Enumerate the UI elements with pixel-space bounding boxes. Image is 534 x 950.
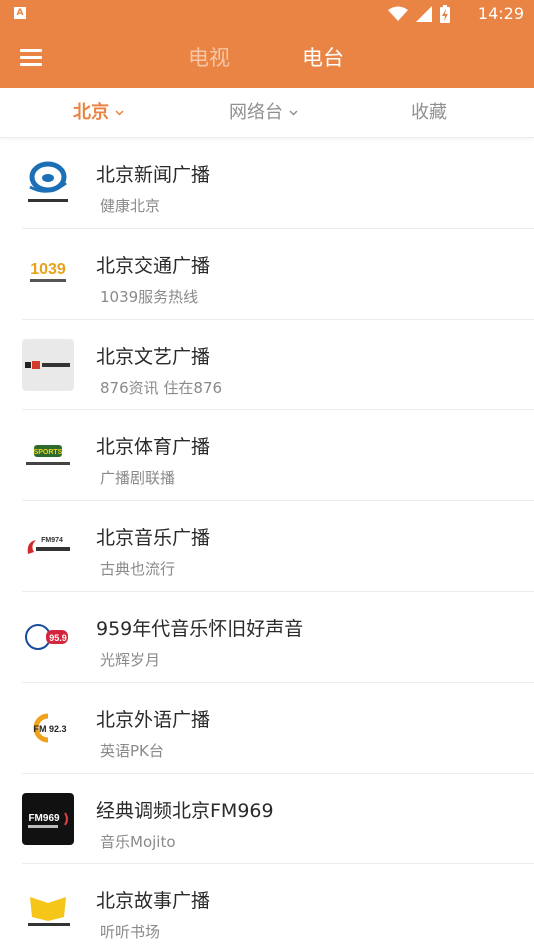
tab-radio[interactable]: 电台 bbox=[302, 44, 344, 72]
station-row[interactable]: 北京故事广播 听听书场 bbox=[0, 864, 534, 950]
bj-sports-logo: SPORTS bbox=[22, 429, 74, 481]
bj-story-logo bbox=[22, 883, 74, 935]
signal-icon bbox=[416, 6, 432, 22]
subtab-beijing-label: 北京 bbox=[73, 102, 109, 123]
station-row[interactable]: FM969 经典调频北京FM969 音乐Mojito bbox=[0, 774, 534, 865]
status-icons bbox=[388, 5, 450, 23]
station-name: 北京音乐广播 bbox=[96, 527, 211, 550]
a-icon: A bbox=[14, 7, 26, 19]
station-list: 北京新闻广播 健康北京 1039 北京交通广播 1039服务热线 北京文艺广播 … bbox=[0, 138, 534, 950]
svg-text:95.9: 95.9 bbox=[49, 633, 67, 643]
menu-icon[interactable] bbox=[20, 49, 42, 67]
station-name: 北京交通广播 bbox=[96, 254, 211, 277]
bj-traffic-logo: 1039 bbox=[22, 248, 74, 300]
station-subtitle: 古典也流行 bbox=[100, 560, 176, 579]
subtab-favorites-label: 收藏 bbox=[411, 102, 447, 123]
svg-text:FM 92.3: FM 92.3 bbox=[33, 724, 66, 734]
station-subtitle: 健康北京 bbox=[100, 197, 161, 215]
svg-text:1039: 1039 bbox=[30, 261, 66, 278]
station-name: 北京故事广播 bbox=[96, 890, 211, 913]
bj-news-logo bbox=[22, 157, 74, 209]
chevron-down-icon bbox=[115, 110, 124, 116]
svg-text:FM969: FM969 bbox=[28, 813, 60, 824]
station-subtitle: 英语PK台 bbox=[100, 741, 164, 760]
fm969-logo: FM969 bbox=[22, 792, 74, 845]
station-subtitle: 1039服务热线 bbox=[100, 287, 199, 306]
station-subtitle: 876资讯 住在876 bbox=[100, 378, 223, 397]
station-subtitle: 音乐Mojito bbox=[100, 832, 176, 851]
station-row[interactable]: 95.9 959年代音乐怀旧好声音 光辉岁月 bbox=[0, 592, 534, 683]
station-row[interactable]: 北京新闻广播 健康北京 bbox=[0, 138, 534, 229]
subtab-network[interactable]: 网络台 bbox=[229, 102, 298, 124]
status-time: 14:29 bbox=[477, 4, 524, 23]
station-name: 北京文艺广播 bbox=[96, 345, 211, 368]
subtab-favorites[interactable]: 收藏 bbox=[411, 102, 447, 124]
svg-text:FM974: FM974 bbox=[41, 537, 63, 544]
chevron-down-icon bbox=[289, 110, 298, 116]
station-row[interactable]: SPORTS 北京体育广播 广播剧联播 bbox=[0, 410, 534, 502]
station-subtitle: 广播剧联播 bbox=[100, 469, 176, 488]
station-row[interactable]: FM974 北京音乐广播 古典也流行 bbox=[0, 501, 534, 592]
battery-icon bbox=[440, 5, 450, 23]
subtab-network-label: 网络台 bbox=[229, 102, 283, 123]
subtab-beijing[interactable]: 北京 bbox=[73, 102, 124, 124]
station-row[interactable]: FM 92.3 北京外语广播 英语PK台 bbox=[0, 683, 534, 774]
fm959-logo: 95.9 bbox=[22, 611, 74, 663]
svg-text:SPORTS: SPORTS bbox=[34, 449, 63, 456]
app-bar: 电视 电台 bbox=[0, 28, 534, 88]
tab-tv[interactable]: 电视 bbox=[188, 44, 230, 72]
station-name: 北京新闻广播 bbox=[96, 164, 211, 186]
bj-music-logo: FM974 bbox=[22, 520, 74, 572]
bj-arts-logo bbox=[22, 338, 74, 391]
wifi-icon bbox=[388, 6, 408, 21]
station-row[interactable]: 1039 北京交通广播 1039服务热线 bbox=[0, 229, 534, 320]
sub-tab-bar: 北京 网络台 收藏 bbox=[0, 88, 534, 138]
bj-foreign-logo: FM 92.3 bbox=[22, 702, 74, 754]
station-name: 经典调频北京FM969 bbox=[96, 799, 274, 822]
station-name: 959年代音乐怀旧好声音 bbox=[96, 617, 304, 640]
status-bar: A 14:29 bbox=[0, 0, 534, 28]
station-subtitle: 光辉岁月 bbox=[100, 650, 161, 669]
station-subtitle: 听听书场 bbox=[100, 923, 161, 942]
station-name: 北京外语广播 bbox=[96, 708, 211, 731]
station-row[interactable]: 北京文艺广播 876资讯 住在876 bbox=[0, 320, 534, 411]
station-name: 北京体育广播 bbox=[96, 436, 211, 459]
